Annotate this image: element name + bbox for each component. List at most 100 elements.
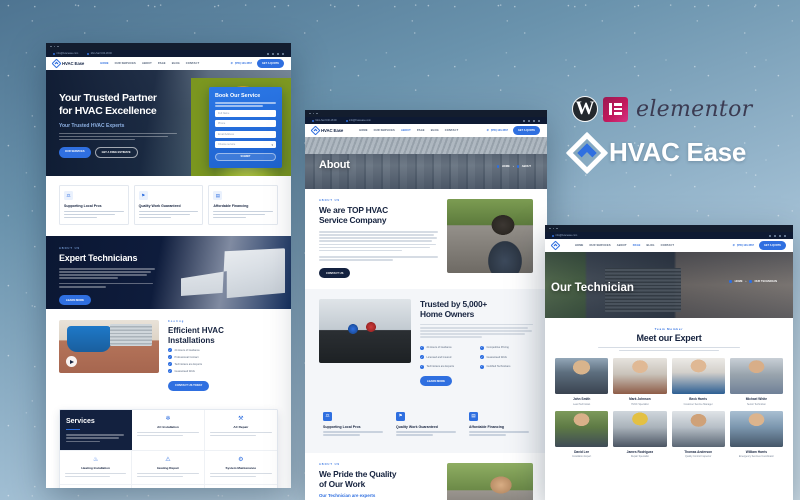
- nav-item-page[interactable]: PAGE: [417, 129, 425, 132]
- team-member-card[interactable]: David Lee Installation Expert: [555, 410, 609, 458]
- nav-item-page[interactable]: PAGE: [158, 62, 166, 65]
- site-navbar[interactable]: HOME OUR SERVICES ABOUT PAGE BLOG CONTAC…: [545, 239, 793, 252]
- feature-card[interactable]: ⚖ Supporting Local Pros: [319, 407, 387, 442]
- social-icons[interactable]: [267, 52, 284, 55]
- browser-chrome-bar: [305, 110, 547, 117]
- check-icon: ✓: [480, 345, 484, 350]
- service-card[interactable]: ❇ Duct Cleaning: [60, 485, 133, 488]
- browser-mockup-technician[interactable]: info@hvacease.com HOME OUR SERVICES ABOU…: [545, 225, 793, 500]
- site-topbar: info@hvacease.com Mon-Sat 9:00-18:00: [46, 50, 291, 57]
- team-member-card[interactable]: Beck Harris Customer Service Manager: [671, 358, 725, 406]
- expert-learn-more-button[interactable]: LEARN MORE: [59, 295, 92, 305]
- check-label: 24 Hours of Guidance: [174, 348, 200, 352]
- nav-phone[interactable]: ✆ (555) 123-4567: [487, 129, 508, 132]
- hero-secondary-button[interactable]: GET A FREE ESTIMATE: [94, 147, 138, 159]
- get-a-quote-button[interactable]: GET A QUOTE: [512, 126, 540, 135]
- nav-item-about[interactable]: ABOUT: [142, 62, 152, 65]
- member-photo: [671, 358, 725, 395]
- booking-fullname-input[interactable]: Full Name: [215, 109, 276, 117]
- topbar-email[interactable]: info@hvacease.com: [349, 119, 371, 122]
- topbar-email[interactable]: info@hvacease.com: [556, 234, 578, 237]
- browser-mockup-home[interactable]: info@hvacease.com Mon-Sat 9:00-18:00 HVA…: [46, 43, 291, 488]
- service-card[interactable]: ♨ Heating Installation: [60, 451, 133, 486]
- feature-card[interactable]: ▤ Affordable Financing: [465, 407, 533, 442]
- nav-item-home[interactable]: HOME: [575, 244, 583, 247]
- nav-item-home[interactable]: HOME: [100, 62, 108, 65]
- get-a-quote-button[interactable]: GET A QUOTE: [758, 241, 786, 250]
- team-member-card[interactable]: John Smith Lead Technician: [555, 358, 609, 406]
- nav-item-page[interactable]: PAGE: [633, 244, 641, 247]
- pride-subtitle: Our Technician are experts: [319, 493, 376, 499]
- nav-item-our-services[interactable]: OUR SERVICES: [115, 62, 136, 65]
- social-icons[interactable]: [523, 119, 540, 122]
- booking-submit-button[interactable]: SUBMIT: [215, 153, 276, 161]
- trusted-learn-more-button[interactable]: LEARN MORE: [420, 376, 453, 387]
- site-logo[interactable]: HVAC Ease: [51, 58, 84, 69]
- check-label: 24 Hours of Guidance: [426, 346, 452, 350]
- nav-item-blog[interactable]: BLOG: [172, 62, 180, 65]
- social-icons[interactable]: [769, 234, 786, 237]
- about-contact-button[interactable]: CONTACT US: [319, 268, 351, 279]
- nav-item-our-services[interactable]: OUR SERVICES: [589, 244, 610, 247]
- trusted-gauge-photo: [319, 298, 411, 363]
- nav-item-our-services[interactable]: OUR SERVICES: [374, 129, 395, 132]
- hero-primary-button[interactable]: OUR SERVICES: [59, 147, 91, 159]
- booking-email-input[interactable]: Email Address: [215, 130, 276, 138]
- nav-item-home[interactable]: HOME: [359, 129, 367, 132]
- member-photo: [613, 410, 667, 447]
- service-card[interactable]: ⚠ Heating Repair: [132, 451, 205, 486]
- nav-item-contact[interactable]: CONTACT: [445, 129, 459, 132]
- booking-phone-input[interactable]: Phone: [215, 120, 276, 128]
- booking-form[interactable]: Book Our Service Full Name Phone Email A…: [209, 87, 282, 168]
- services-grid: Services ❄ AC Installation ⚒ AC Repair ♨…: [59, 409, 278, 488]
- get-a-quote-button[interactable]: GET A QUOTE: [256, 59, 284, 68]
- feature-card[interactable]: ⚑ Quality Work Guaranteed: [392, 407, 460, 442]
- team-member-card[interactable]: Michael White Senior Technician: [729, 358, 783, 406]
- breadcrumb[interactable]: HOME › OUR TECHNICIAN: [729, 280, 777, 283]
- nav-item-blog[interactable]: BLOG: [431, 129, 439, 132]
- site-logo[interactable]: HVAC Ease: [310, 125, 343, 136]
- team-member-card[interactable]: Mark Johnson HVAC Specialist: [613, 358, 667, 406]
- nav-phone[interactable]: ✆ (555) 123-4567: [733, 244, 754, 247]
- nav-item-about[interactable]: ABOUT: [401, 129, 411, 132]
- site-topbar: info@hvacease.com: [545, 232, 793, 239]
- member-name: Thomas Anderson: [684, 449, 713, 454]
- nav-phone[interactable]: ✆ (555) 123-4567: [231, 62, 252, 65]
- nav-item-about[interactable]: ABOUT: [617, 244, 627, 247]
- browser-mockup-about[interactable]: Mon-Sat 9:00-18:00 info@hvacease.com HVA…: [305, 110, 547, 500]
- breadcrumb-home[interactable]: HOME: [735, 280, 743, 283]
- feature-card[interactable]: ▤ Affordable Financing: [208, 185, 279, 226]
- booking-service-select[interactable]: Choose service: [215, 141, 276, 149]
- nav-links[interactable]: HOME OUR SERVICES ABOUT PAGE BLOG CONTAC…: [100, 62, 199, 65]
- breadcrumb-home[interactable]: HOME: [502, 165, 510, 168]
- service-card[interactable]: ⚒ AC Repair: [204, 410, 277, 452]
- install-cta-button[interactable]: CONTACT US TODAY: [168, 380, 210, 391]
- service-card[interactable]: ❄ AC Installation: [132, 410, 205, 452]
- team-member-card[interactable]: James Rodriguez Repair Specialist: [613, 410, 667, 458]
- install-video-thumbnail[interactable]: [59, 320, 159, 374]
- check-icon: ✓: [420, 355, 424, 360]
- feature-card[interactable]: ⚑ Quality Work Guaranteed: [133, 185, 204, 226]
- nav-links[interactable]: HOME OUR SERVICES ABOUT PAGE BLOG CONTAC…: [359, 129, 458, 132]
- topbar-email[interactable]: info@hvacease.com: [57, 52, 79, 55]
- feature-card[interactable]: ⚖ Supporting Local Pros: [59, 185, 129, 226]
- site-logo[interactable]: [550, 240, 561, 251]
- breadcrumb[interactable]: HOME › ABOUT: [496, 165, 531, 168]
- breadcrumb-dot-icon: [516, 165, 519, 168]
- service-card[interactable]: ⚙ System Maintenance: [204, 451, 277, 486]
- site-navbar[interactable]: HVAC Ease HOME OUR SERVICES ABOUT PAGE B…: [305, 124, 547, 137]
- service-card[interactable]: ✆ Emergency Service: [204, 485, 277, 488]
- hero-title-line2: for HVAC Excellence: [59, 104, 157, 117]
- play-icon[interactable]: [66, 356, 77, 368]
- wordpress-elementor-logos: W elementor: [572, 96, 752, 122]
- member-role: Customer Service Manager: [683, 402, 713, 406]
- nav-item-blog[interactable]: BLOG: [647, 244, 655, 247]
- team-member-card[interactable]: Thomas Anderson Quality Control Inspecto…: [671, 410, 725, 458]
- team-member-card[interactable]: William Harris Emergency Services Coordi…: [729, 410, 783, 458]
- nav-links[interactable]: HOME OUR SERVICES ABOUT PAGE BLOG CONTAC…: [575, 244, 674, 247]
- diamond-logo-icon: [565, 131, 609, 174]
- site-navbar[interactable]: HVAC Ease HOME OUR SERVICES ABOUT PAGE B…: [46, 57, 291, 70]
- service-card[interactable]: ▦ Thermostat Installation: [132, 485, 205, 488]
- nav-item-contact[interactable]: CONTACT: [661, 244, 675, 247]
- nav-item-contact[interactable]: CONTACT: [186, 62, 200, 65]
